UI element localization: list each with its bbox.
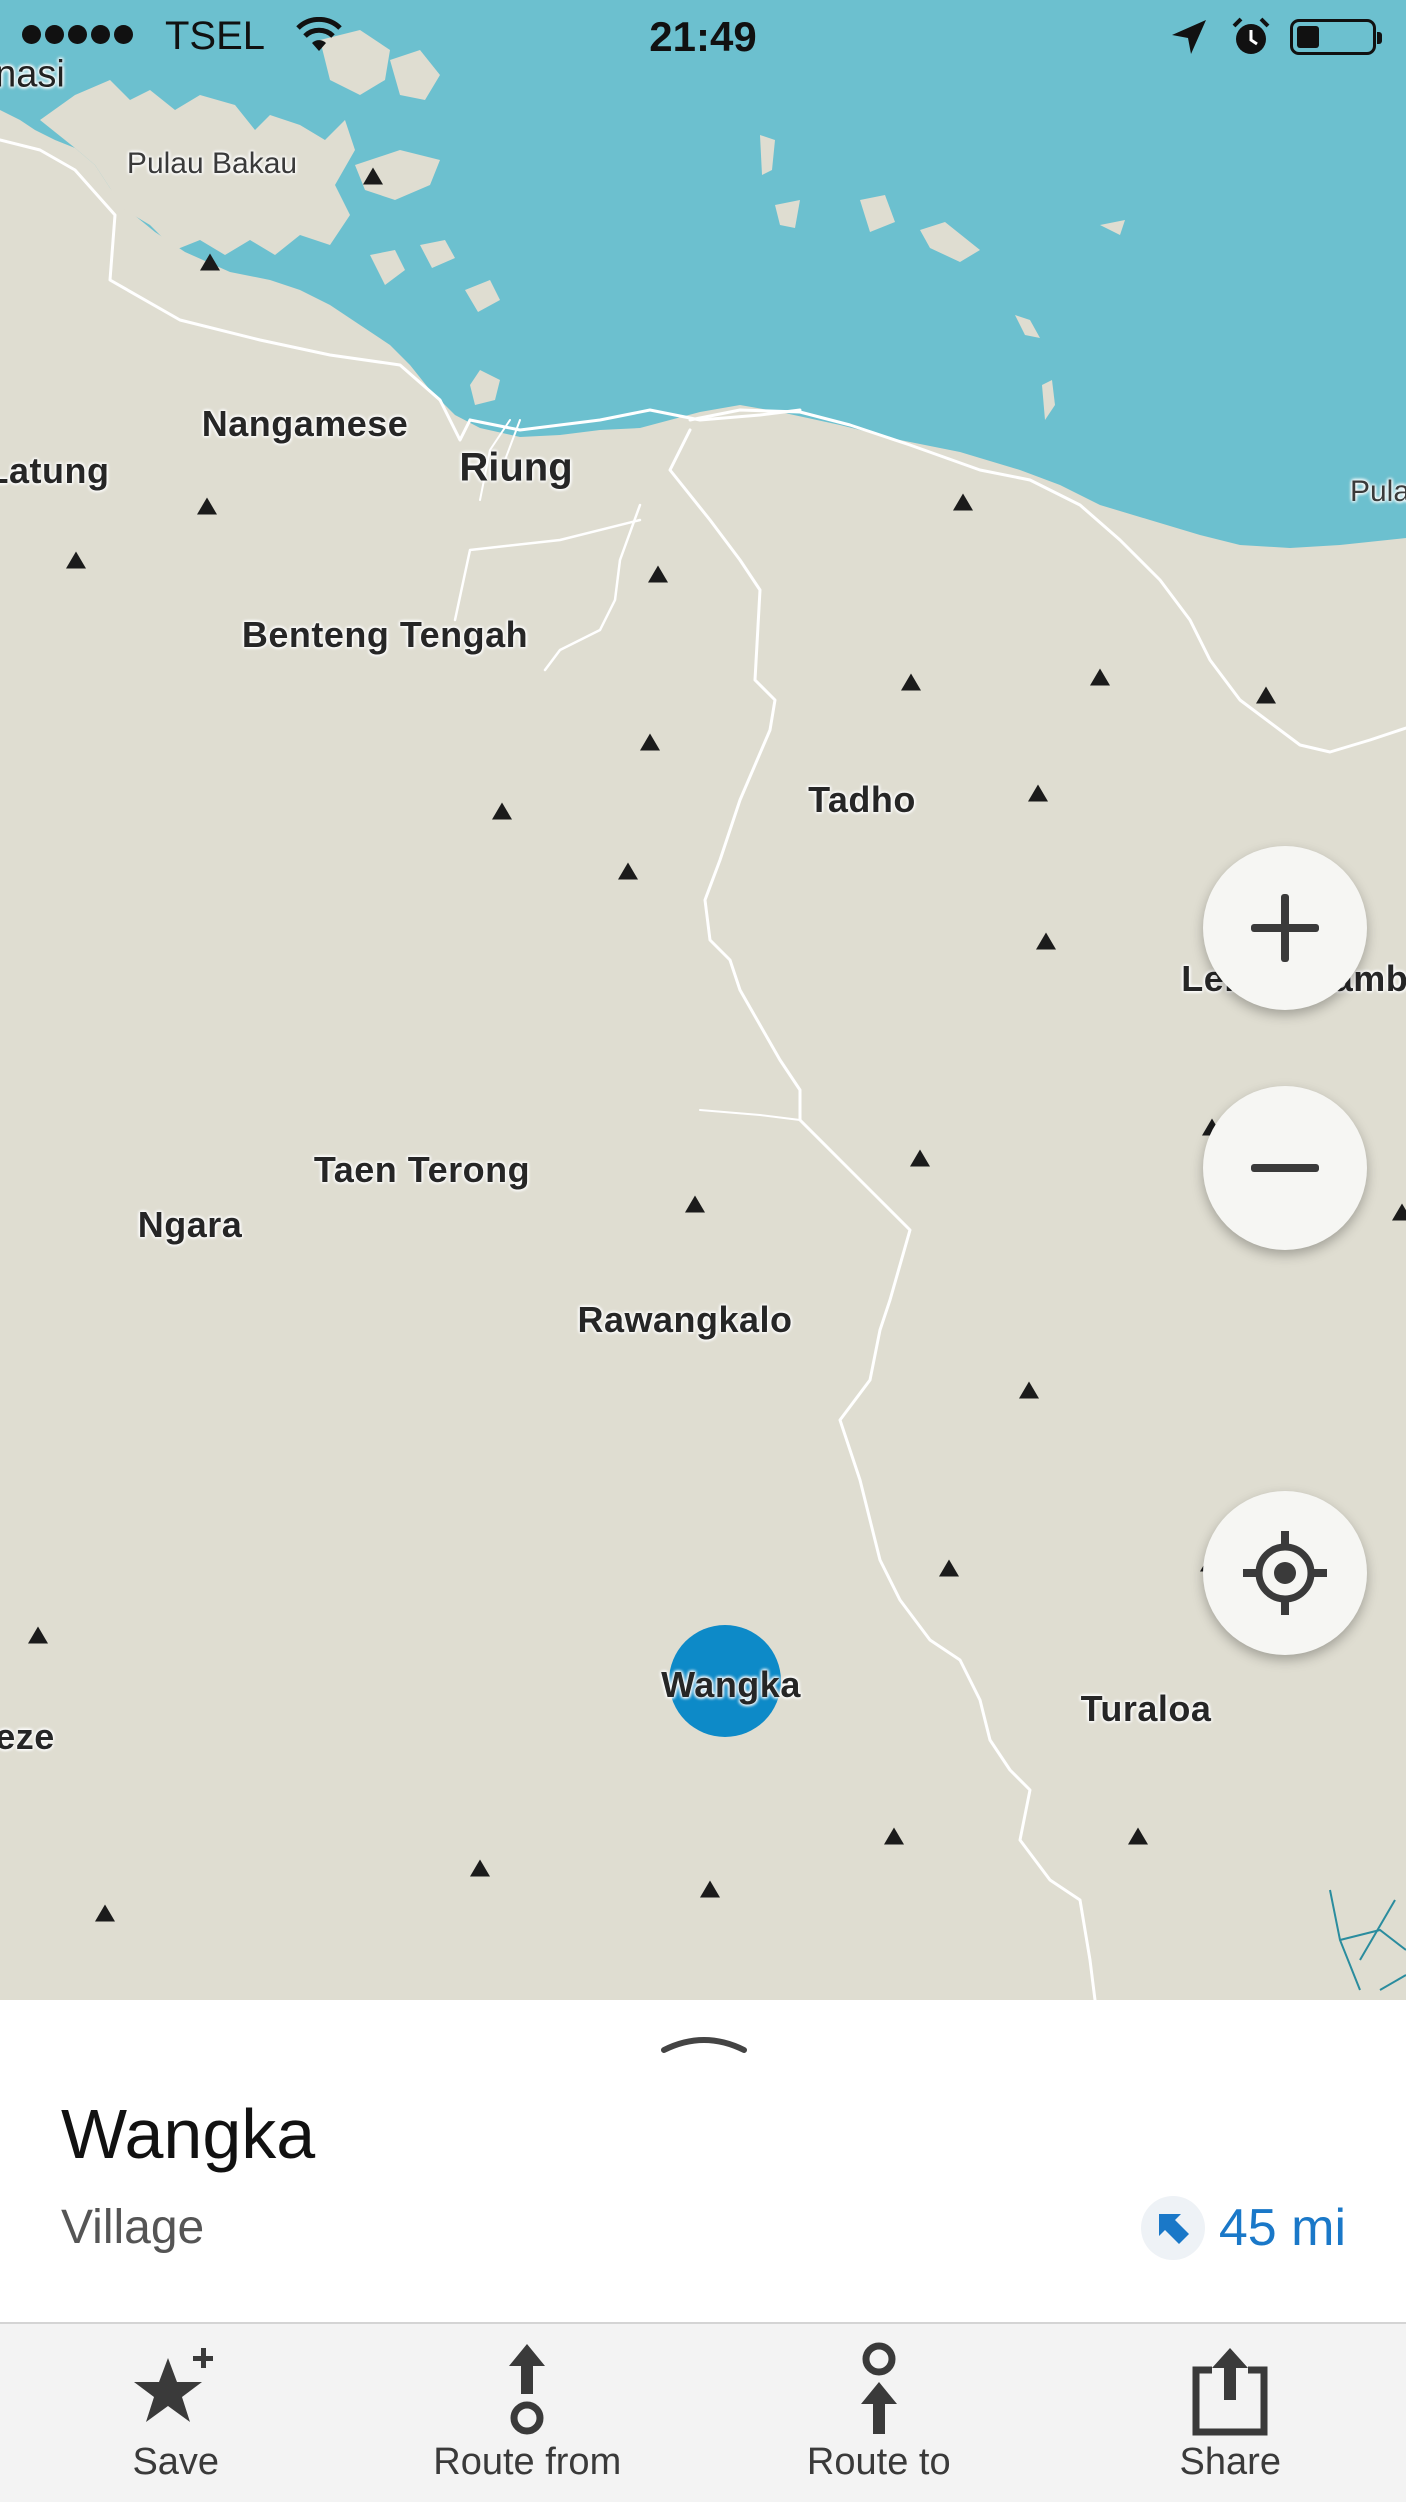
mountain-peak-icon [1036, 933, 1056, 950]
place-label-edge[interactable]: eze [0, 1716, 55, 1758]
mountain-peak-icon [1019, 1382, 1039, 1399]
route-from-icon [497, 2342, 557, 2438]
zoom-in-button[interactable] [1203, 846, 1367, 1010]
mountain-peak-icon [953, 494, 973, 511]
mountain-peak-icon [1392, 1204, 1406, 1221]
crosshair-icon [1240, 1528, 1330, 1618]
mountain-peak-icon [640, 734, 660, 751]
my-location-button[interactable] [1203, 1491, 1367, 1655]
mountain-peak-icon [197, 498, 217, 515]
save-label: Save [0, 2441, 352, 2484]
mountain-peak-icon [470, 1860, 490, 1877]
alarm-clock-icon [1230, 16, 1272, 58]
minus-icon [1245, 1128, 1325, 1208]
place-label-tadho[interactable]: Tadho [808, 779, 916, 821]
mountain-peak-icon [95, 1905, 115, 1922]
mountain-peak-icon [884, 1828, 904, 1845]
distance-text: 45 mi [1219, 2198, 1346, 2258]
route-to-label: Route to [703, 2441, 1055, 2484]
share-button[interactable]: Share [1055, 2324, 1406, 2502]
star-plus-icon [128, 2342, 224, 2438]
mountain-peak-icon [901, 674, 921, 691]
action-toolbar: Save Route from Route to Share [0, 2322, 1406, 2502]
place-card[interactable]: Wangka Village 45 mi [0, 2000, 1406, 2322]
place-label-nangamese[interactable]: Nangamese [202, 403, 409, 445]
place-category: Village [61, 2200, 204, 2255]
route-to-button[interactable]: Route to [703, 2324, 1055, 2502]
mountain-peak-icon [700, 1881, 720, 1898]
place-label-taen-terong[interactable]: Taen Terong [314, 1149, 530, 1191]
place-label-rawangkalo[interactable]: Rawangkalo [577, 1299, 792, 1341]
place-label-wangka[interactable]: Wangka [661, 1664, 801, 1706]
mountain-peak-icon [200, 254, 220, 271]
place-label-edge[interactable]: Pula [1350, 475, 1406, 509]
place-label-pulau-bakau[interactable]: Pulau Bakau [127, 147, 297, 181]
mountain-peak-icon [363, 168, 383, 185]
mountain-peak-icon [648, 566, 668, 583]
mountain-peak-icon [939, 1560, 959, 1577]
mountain-peak-icon [1128, 1828, 1148, 1845]
location-services-icon [1170, 18, 1208, 56]
mountain-peak-icon [618, 863, 638, 880]
direction-arrow-icon [1141, 2196, 1205, 2260]
mountain-peak-icon [1256, 687, 1276, 704]
plus-icon [1245, 888, 1325, 968]
place-label-turaloa[interactable]: Turaloa [1081, 1688, 1212, 1730]
battery-level [1297, 26, 1319, 48]
mountain-peak-icon [492, 803, 512, 820]
chevron-up-icon[interactable] [660, 2028, 748, 2054]
share-icon [1182, 2342, 1278, 2438]
mountain-peak-icon [685, 1196, 705, 1213]
place-label-riung[interactable]: Riung [459, 446, 572, 491]
route-from-button[interactable]: Route from [352, 2324, 704, 2502]
mountain-peak-icon [910, 1150, 930, 1167]
mountain-peak-icon [1028, 785, 1048, 802]
place-title: Wangka [61, 2094, 315, 2174]
map-view[interactable]: nasi Pulau Bakau Nangamese Latung Riung … [0, 0, 1406, 2000]
route-from-label: Route from [352, 2441, 704, 2484]
place-label-benteng-tengah[interactable]: Benteng Tengah [242, 614, 528, 656]
battery-icon [1290, 19, 1376, 55]
route-to-icon [849, 2342, 909, 2438]
save-button[interactable]: Save [0, 2324, 352, 2502]
zoom-out-button[interactable] [1203, 1086, 1367, 1250]
mountain-peak-icon [1090, 669, 1110, 686]
place-label-latung[interactable]: Latung [0, 450, 109, 492]
distance-info: 45 mi [1141, 2196, 1346, 2260]
place-label-ngara[interactable]: Ngara [138, 1204, 243, 1246]
status-bar: TSEL 21:49 [0, 0, 1406, 72]
mountain-peak-icon [28, 1627, 48, 1644]
mountain-peak-icon [66, 552, 86, 569]
share-label: Share [1055, 2441, 1406, 2484]
